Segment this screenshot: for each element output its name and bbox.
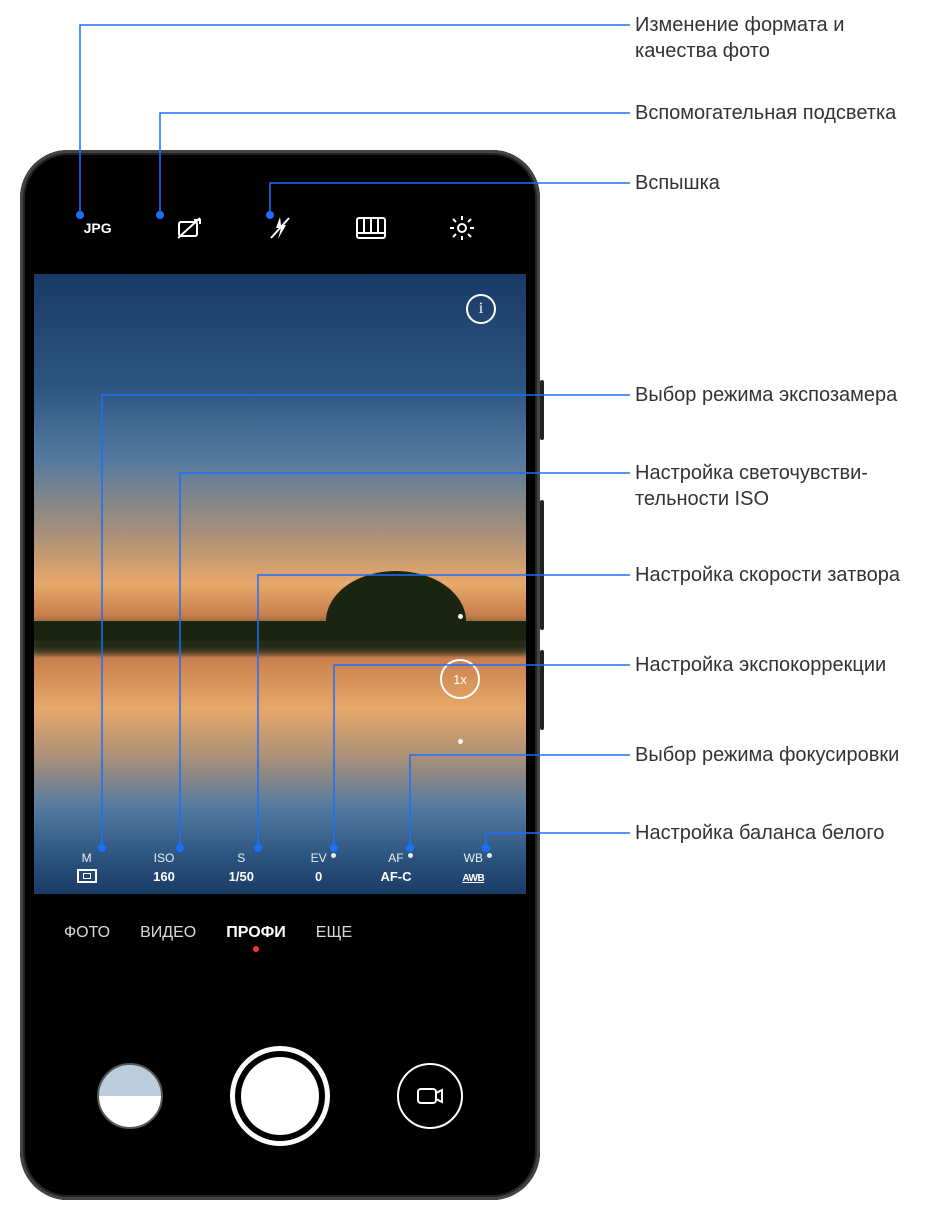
side-button xyxy=(540,380,544,440)
aux-light-button[interactable] xyxy=(171,210,207,246)
callout-flash: Вспышка xyxy=(635,170,920,196)
top-toolbar: JPG xyxy=(34,204,526,252)
pro-label: WB xyxy=(447,851,499,865)
histogram-icon xyxy=(355,216,387,240)
callout-auxlight: Вспомогательная подсветка xyxy=(635,100,920,126)
pro-wb[interactable]: WB AWB xyxy=(447,851,499,886)
mode-label: ПРОФИ xyxy=(226,924,286,941)
pro-value: AWB xyxy=(447,869,499,884)
info-button[interactable]: i xyxy=(466,294,496,324)
format-label: JPG xyxy=(84,220,112,236)
zoom-slider[interactable]: 1x xyxy=(440,614,480,744)
histogram-button[interactable] xyxy=(353,210,389,246)
mode-label: ЕЩЕ xyxy=(316,924,352,941)
side-button xyxy=(540,650,544,730)
pro-label: S xyxy=(215,851,267,865)
settings-button[interactable] xyxy=(444,210,480,246)
pro-metering[interactable]: M xyxy=(61,851,113,886)
pro-label: EV xyxy=(293,851,345,865)
pro-value: 160 xyxy=(138,869,190,884)
pro-value xyxy=(61,869,113,886)
callout-shutter: Настройка скорости затвора xyxy=(635,562,920,588)
callout-af: Выбор режима фокусировки xyxy=(635,742,920,768)
pro-ev[interactable]: EV 0 xyxy=(293,851,345,886)
pro-value: 0 xyxy=(293,869,345,884)
zoom-dot xyxy=(458,614,463,619)
info-glyph: i xyxy=(479,300,483,318)
callout-format: Изменение формата и качества фото xyxy=(635,12,920,64)
viewfinder[interactable]: 1x M ISO 160 S 1/50 EV xyxy=(34,274,526,894)
switch-camera-button[interactable] xyxy=(397,1063,463,1129)
callout-ev: Настройка экспокоррекции xyxy=(635,652,920,678)
mode-label: ФОТО xyxy=(64,924,110,941)
mode-pro[interactable]: ПРОФИ xyxy=(226,924,286,942)
gear-icon xyxy=(448,214,476,242)
callout-metering: Выбор режима экспозамера xyxy=(635,382,920,408)
zoom-dot xyxy=(458,739,463,744)
zoom-1x-button[interactable]: 1x xyxy=(440,659,480,699)
pro-label: M xyxy=(61,851,113,865)
callout-iso: Настройка светочувстви­тельности ISO xyxy=(635,460,920,512)
mode-label: ВИДЕО xyxy=(140,924,196,941)
gallery-thumbnail[interactable] xyxy=(97,1063,163,1129)
pro-label: AF xyxy=(370,851,422,865)
pro-af[interactable]: AF AF-C xyxy=(370,851,422,886)
callout-wb: Настройка баланса белого xyxy=(635,820,920,846)
mode-more[interactable]: ЕЩЕ xyxy=(316,924,352,942)
mode-video[interactable]: ВИДЕО xyxy=(140,924,196,942)
pro-label: ISO xyxy=(138,851,190,865)
pro-shutter[interactable]: S 1/50 xyxy=(215,851,267,886)
pro-params-row: M ISO 160 S 1/50 EV 0 AF AF-C xyxy=(34,851,526,886)
flash-button[interactable] xyxy=(262,210,298,246)
format-button[interactable]: JPG xyxy=(80,210,116,246)
shutter-inner xyxy=(241,1057,319,1135)
screen: JPG xyxy=(34,164,526,1186)
pro-iso[interactable]: ISO 160 xyxy=(138,851,190,886)
zoom-label: 1x xyxy=(453,672,467,687)
pro-value: AF-C xyxy=(370,869,422,884)
aux-light-off-icon xyxy=(175,214,203,242)
flash-off-icon xyxy=(266,214,294,242)
metering-icon xyxy=(77,869,97,883)
mode-selector[interactable]: ФОТО ВИДЕО ПРОФИ ЕЩЕ xyxy=(34,924,526,942)
mode-photo[interactable]: ФОТО xyxy=(64,924,110,942)
bottom-controls xyxy=(34,1046,526,1146)
phone-frame: JPG xyxy=(20,150,540,1200)
shutter-button[interactable] xyxy=(230,1046,330,1146)
pro-value: 1/50 xyxy=(215,869,267,884)
video-camera-icon xyxy=(416,1085,444,1107)
awb-icon: AWB xyxy=(462,873,484,884)
side-button xyxy=(540,500,544,630)
